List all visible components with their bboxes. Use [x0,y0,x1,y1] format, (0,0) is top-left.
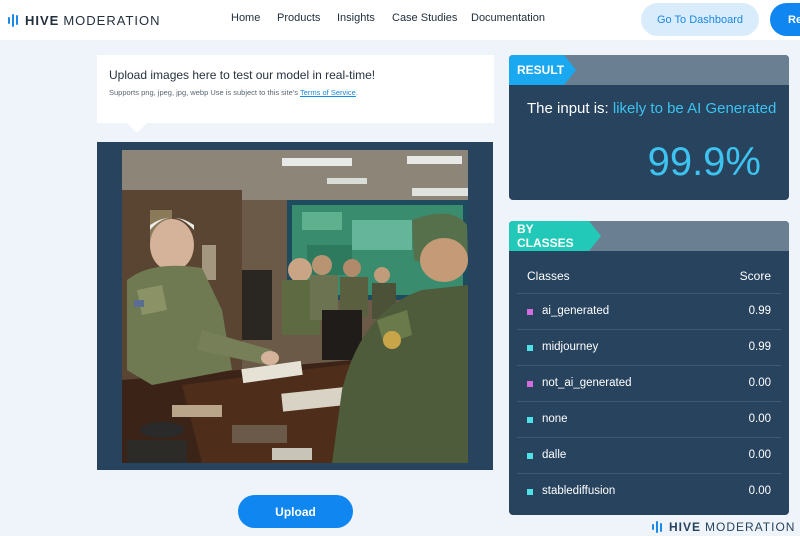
classes-column-header: Classes [527,269,570,283]
class-row: ai_generated 0.99 [517,293,781,329]
class-name: midjourney [542,341,599,353]
nav-link-documentation[interactable]: Documentation [471,12,545,24]
hive-logo[interactable]: HIVE MODERATION [8,12,161,28]
result-verdict: likely to be AI Generated [612,100,777,117]
nav-link-products[interactable]: Products [277,12,320,24]
result-card: RESULT The input is: likely to be AI Gen… [509,55,789,200]
by-classes-card: BY CLASSES Classes Score ai_generated 0.… [509,221,789,515]
footer-hive-logo: HIVE MODERATION [652,520,795,534]
go-to-dashboard-button[interactable]: Go To Dashboard [641,3,759,36]
supported-formats-text: Supports png, jpeg, jpg, webp Use is sub… [109,88,299,97]
class-name: stablediffusion [542,485,616,497]
upload-prompt-subtitle: Supports png, jpeg, jpg, webp Use is sub… [109,88,358,97]
class-score: 0.00 [748,377,771,389]
class-color-swatch [527,417,533,423]
logo-text-light: MODERATION [63,12,161,28]
nav-link-insights[interactable]: Insights [337,12,375,24]
class-score: 0.99 [748,305,771,317]
upload-button[interactable]: Upload [238,495,353,528]
class-row: dalle 0.00 [517,437,781,473]
class-score: 0.00 [748,485,771,497]
class-row: stablediffusion 0.00 [517,473,781,509]
footer-logo-text-light: MODERATION [705,520,796,534]
class-row: none 0.00 [517,401,781,437]
class-row: midjourney 0.99 [517,329,781,365]
class-color-swatch [527,309,533,315]
request-button[interactable]: Re [770,3,800,36]
class-color-swatch [527,381,533,387]
nav-link-case-studies[interactable]: Case Studies [392,12,457,24]
result-prefix: The input is: [527,100,609,117]
upload-prompt: Upload images here to test our model in … [97,55,494,133]
class-color-swatch [527,345,533,351]
result-percent: 99.9% [647,140,761,184]
upload-prompt-title: Upload images here to test our model in … [109,68,376,82]
class-name: not_ai_generated [542,377,632,389]
by-classes-tag: BY CLASSES [509,221,601,251]
result-tag: RESULT [509,55,576,85]
result-card-header: RESULT [509,55,789,85]
footer-logo-text-bold: HIVE [669,520,702,534]
uploaded-image [122,150,468,463]
score-column-header: Score [739,269,771,283]
class-score: 0.00 [748,449,771,461]
class-score: 0.00 [748,413,771,425]
logo-text-bold: HIVE [25,12,60,28]
class-color-swatch [527,489,533,495]
uploaded-image-panel [97,142,493,470]
class-score: 0.99 [748,341,771,353]
class-color-swatch [527,453,533,459]
period-text: . [355,88,358,97]
nav-link-home[interactable]: Home [231,12,260,24]
logo-bars-icon [652,521,662,533]
by-classes-header: BY CLASSES [509,221,789,251]
terms-of-service-link[interactable]: Terms of Service [300,88,356,97]
result-verdict-line: The input is: likely to be AI Generated [527,100,776,117]
class-name: dalle [542,449,567,461]
class-row: not_ai_generated 0.00 [517,365,781,401]
logo-bars-icon [8,13,18,27]
class-name: ai_generated [542,305,610,317]
top-nav: HIVE MODERATION Home Products Insights C… [0,0,800,40]
class-name: none [542,413,568,425]
